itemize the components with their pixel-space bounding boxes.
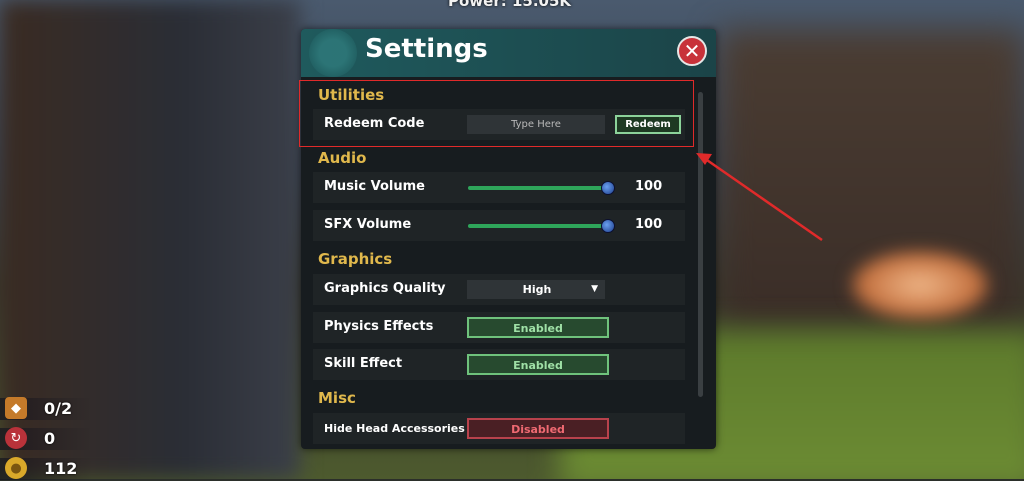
skill-effect-label: Skill Effect <box>324 356 403 371</box>
section-audio: Audio <box>318 149 367 167</box>
graphics-quality-dropdown[interactable]: High ▼ <box>467 280 605 299</box>
sfx-volume-row: SFX Volume 100 <box>313 210 685 241</box>
redeem-code-label: Redeem Code <box>324 116 425 131</box>
hide-head-accessories-row: Hide Head Accessories Disabled <box>313 413 685 444</box>
section-utilities: Utilities <box>318 86 385 104</box>
graphics-quality-row: Graphics Quality High ▼ <box>313 274 685 305</box>
settings-emblem-icon <box>309 29 357 77</box>
music-volume-knob[interactable] <box>601 181 615 195</box>
settings-panel: Settings ✕ Utilities Redeem Code Type He… <box>301 29 716 449</box>
skill-effect-toggle[interactable]: Enabled <box>467 354 609 375</box>
section-misc: Misc <box>318 389 356 407</box>
redeem-code-row: Redeem Code Type Here Redeem <box>313 109 685 140</box>
hide-head-accessories-label: Hide Head Accessories <box>324 422 465 435</box>
hud-rebirth: ↻ 0 <box>0 425 100 451</box>
music-volume-slider[interactable] <box>468 186 608 190</box>
hud-chests-value: 0/2 <box>44 398 73 418</box>
redeem-button[interactable]: Redeem <box>615 115 681 134</box>
hud-rebirth-value: 0 <box>44 428 56 448</box>
hud-coins: ● 112 <box>0 455 100 481</box>
hud-chests: ◆ 0/2 <box>0 395 100 421</box>
rebirth-icon: ↻ <box>5 427 27 449</box>
power-counter: Power: 15.05K <box>448 0 572 10</box>
chest-icon: ◆ <box>5 397 27 419</box>
hide-head-accessories-toggle[interactable]: Disabled <box>467 418 609 439</box>
physics-effects-label: Physics Effects <box>324 319 434 334</box>
code-input[interactable]: Type Here <box>467 115 605 134</box>
physics-effects-toggle[interactable]: Enabled <box>467 317 609 338</box>
graphics-quality-value: High <box>522 283 552 296</box>
close-button[interactable]: ✕ <box>677 36 707 66</box>
sfx-volume-label: SFX Volume <box>324 217 412 232</box>
settings-scrollbar[interactable] <box>698 92 703 397</box>
graphics-quality-label: Graphics Quality <box>324 281 446 296</box>
hud-coins-value: 112 <box>44 458 78 478</box>
sfx-volume-knob[interactable] <box>601 219 615 233</box>
sfx-volume-slider[interactable] <box>468 224 608 228</box>
section-graphics: Graphics <box>318 250 393 268</box>
chevron-down-icon: ▼ <box>591 284 598 294</box>
coin-icon: ● <box>5 457 27 479</box>
close-icon: ✕ <box>683 39 701 63</box>
music-volume-value: 100 <box>635 179 663 194</box>
physics-effects-row: Physics Effects Enabled <box>313 312 685 343</box>
skill-effect-row: Skill Effect Enabled <box>313 349 685 380</box>
settings-title: Settings <box>365 34 488 64</box>
sfx-volume-value: 100 <box>635 217 663 232</box>
music-volume-row: Music Volume 100 <box>313 172 685 203</box>
music-volume-label: Music Volume <box>324 179 425 194</box>
settings-header: Settings ✕ <box>301 29 716 77</box>
